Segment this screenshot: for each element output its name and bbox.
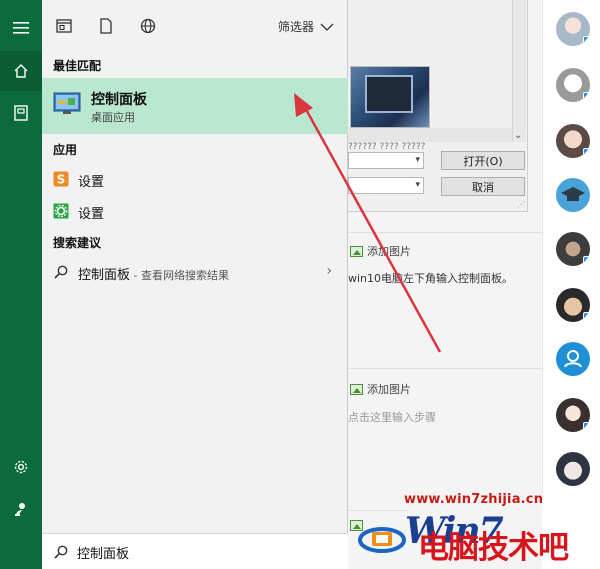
app-result-settings-2[interactable]: 设置	[42, 196, 348, 226]
hamburger-icon	[13, 22, 29, 34]
contact-avatar[interactable]	[556, 68, 590, 102]
contact-avatar[interactable]	[556, 178, 590, 212]
contact-avatar[interactable]	[556, 288, 590, 322]
search-input[interactable]: 控制面板	[77, 543, 129, 562]
contact-avatar[interactable]	[556, 124, 590, 158]
chevron-down-icon: ▾	[415, 155, 420, 165]
picture-icon	[350, 245, 363, 257]
step-input[interactable]: 点击这里输入步骤	[348, 409, 436, 425]
image-thumbnail[interactable]	[350, 66, 430, 128]
add-picture-label: 添加图片	[367, 383, 411, 396]
best-match-heading: 最佳匹配	[53, 59, 102, 73]
all-results-button[interactable]	[52, 14, 76, 38]
panel-toolbar: 筛选器	[42, 0, 348, 52]
thumbnail-strip	[348, 128, 518, 142]
search-box[interactable]: 控制面板	[42, 533, 348, 569]
app-result-settings-1[interactable]: S 设置	[42, 164, 348, 194]
contact-avatar[interactable]	[556, 452, 590, 486]
add-picture-button-1[interactable]: 添加图片	[350, 243, 411, 259]
resize-grip-icon[interactable]: ⋰	[517, 200, 525, 209]
settings-button[interactable]	[0, 447, 42, 487]
contact-avatar[interactable]	[556, 398, 590, 432]
notebook-button[interactable]	[0, 93, 42, 133]
cancel-button[interactable]: 取消	[441, 177, 525, 196]
divider	[348, 232, 542, 233]
device-icon	[583, 422, 590, 430]
divider	[348, 510, 408, 511]
contact-avatar[interactable]	[556, 342, 590, 376]
window-list-icon	[56, 19, 72, 33]
group-icon	[564, 350, 582, 368]
suggestions-heading: 搜索建议	[53, 236, 102, 250]
filetype-combo[interactable]: ▾	[348, 177, 424, 194]
app-result-label: 设置	[78, 175, 105, 190]
filter-dropdown[interactable]: 筛选器	[278, 18, 334, 35]
home-icon	[14, 64, 28, 78]
scroll-down-icon[interactable]: ⌄	[514, 130, 522, 141]
contact-avatar[interactable]	[556, 12, 590, 46]
chevron-right-icon[interactable]: ›	[326, 263, 332, 279]
feedback-icon	[15, 503, 25, 516]
notebook-icon	[14, 105, 28, 121]
search-panel: 筛选器 最佳匹配 控制面板 桌面应用 应用 S 设置 设置 搜索建议 控制面板 …	[42, 0, 348, 569]
filename-text: ?????? ???? ?????	[348, 142, 426, 152]
hamburger-menu-button[interactable]	[0, 8, 42, 48]
control-panel-icon	[53, 92, 81, 114]
search-icon	[54, 265, 68, 279]
open-button[interactable]: 打开(O)	[441, 151, 525, 170]
globe-icon	[140, 18, 156, 34]
feedback-button[interactable]	[0, 489, 42, 529]
suggestion-label: 控制面板 - 查看网络搜索结果	[78, 264, 229, 283]
device-icon	[583, 92, 590, 100]
watermark-logo-icon	[358, 527, 406, 553]
device-icon	[583, 312, 590, 320]
best-match-subtitle: 桌面应用	[91, 111, 135, 124]
chevron-down-icon: ▾	[415, 180, 420, 190]
best-match-item[interactable]: 控制面板 桌面应用	[42, 78, 348, 134]
search-icon	[54, 545, 68, 559]
documents-button[interactable]	[94, 14, 118, 38]
divider	[348, 368, 542, 369]
device-icon	[583, 36, 590, 44]
best-match-title: 控制面板	[91, 92, 147, 108]
svg-text:S: S	[57, 173, 66, 187]
device-icon	[583, 148, 590, 156]
watermark-url: www.win7zhijia.cn	[404, 492, 544, 507]
device-icon	[583, 256, 590, 264]
filename-combo[interactable]: ▾	[348, 152, 424, 169]
apps-heading: 应用	[53, 143, 78, 157]
add-picture-button-2[interactable]: 添加图片	[350, 381, 411, 397]
graduation-cap-icon	[561, 187, 585, 201]
picture-icon	[350, 383, 363, 395]
settings-orange-icon: S	[53, 171, 69, 187]
gear-icon	[14, 460, 28, 474]
settings-green-icon	[53, 203, 69, 219]
add-picture-label: 添加图片	[367, 245, 411, 258]
watermark-site-name: 电脑技术吧	[418, 530, 569, 566]
document-icon	[100, 18, 112, 34]
step-text[interactable]: win10电脑左下角输入控制面板。	[348, 270, 513, 286]
dialog-scrollbar[interactable]	[512, 0, 526, 142]
suggestion-text: 控制面板	[78, 268, 131, 283]
filter-label: 筛选器	[277, 20, 314, 34]
web-suggestion-item[interactable]: 控制面板 - 查看网络搜索结果 ›	[42, 257, 348, 287]
suggestion-subtext: - 查看网络搜索结果	[130, 269, 229, 282]
chevron-down-icon	[320, 23, 334, 31]
app-result-label: 设置	[78, 207, 105, 222]
web-button[interactable]	[136, 14, 160, 38]
home-button[interactable]	[0, 51, 42, 91]
contact-avatar[interactable]	[556, 232, 590, 266]
